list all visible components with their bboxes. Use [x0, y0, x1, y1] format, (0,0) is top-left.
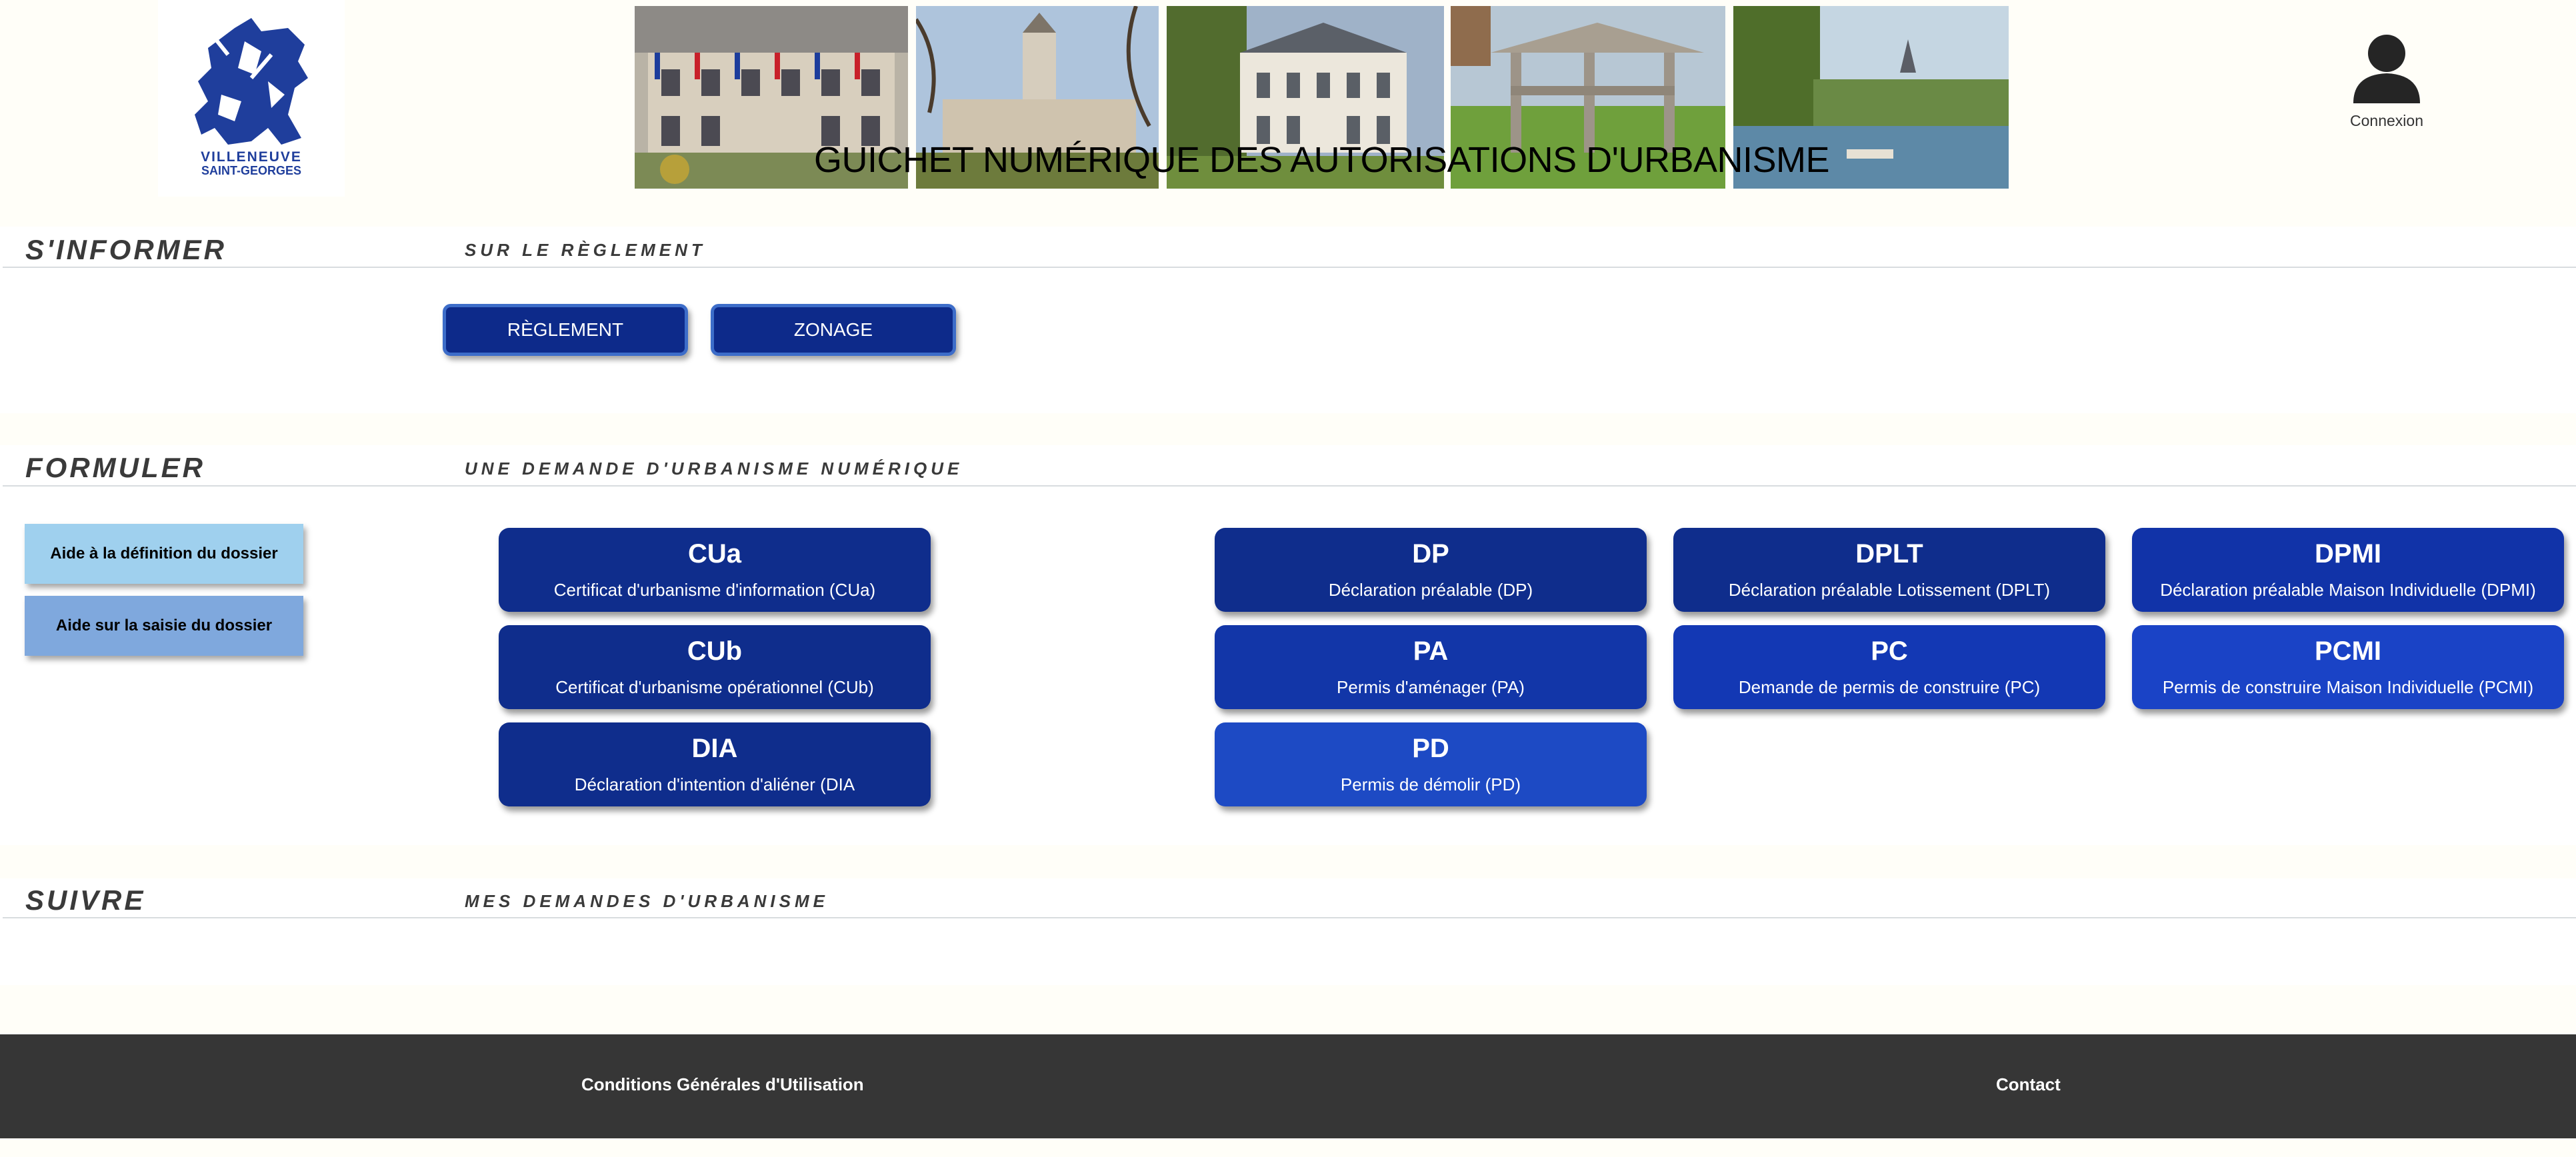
suivre-subtitle: MES DEMANDES D'URBANISME — [465, 891, 829, 911]
informer-subtitle: SUR LE RÈGLEMENT — [465, 240, 706, 260]
formuler-subtitle: UNE DEMANDE D'URBANISME NUMÉRIQUE — [465, 459, 963, 479]
formuler-title: FORMULER — [25, 452, 205, 483]
demand-label: Demande de permis de construire (PC) — [1738, 677, 2041, 697]
contact-link[interactable]: Contact — [1996, 1074, 2061, 1095]
demand-pcmi-button[interactable]: PCMI Permis de construire Maison Individ… — [2132, 625, 2564, 709]
cgu-link[interactable]: Conditions Générales d'Utilisation — [581, 1074, 864, 1095]
user-icon — [2353, 35, 2420, 103]
header-banner: GUICHET NUMÉRIQUE DES AUTORISATIONS D'UR… — [635, 6, 2009, 189]
reglement-button[interactable]: RÈGLEMENT — [443, 304, 688, 356]
demand-pc-button[interactable]: PC Demande de permis de construire (PC) — [1673, 625, 2105, 709]
demand-label: Déclaration préalable Maison Individuell… — [2160, 580, 2536, 600]
demand-dia-button[interactable]: DIA Déclaration d'intention d'aliéner (D… — [499, 722, 931, 806]
demand-cua-button[interactable]: CUa Certificat d'urbanisme d'information… — [499, 528, 931, 612]
demand-pd-button[interactable]: PD Permis de démolir (PD) — [1215, 722, 1647, 806]
demand-label: Déclaration préalable Lotissement (DPLT) — [1728, 580, 2051, 600]
demand-code: CUa — [687, 539, 742, 569]
demand-cub-button[interactable]: CUb Certificat d'urbanisme opérationnel … — [499, 625, 931, 709]
demand-label: Permis d'aménager (PA) — [1337, 677, 1525, 697]
suivre-title: SUIVRE — [25, 884, 146, 916]
city-logo[interactable]: VILLENEUVE SAINT-GEORGES — [158, 0, 345, 197]
demand-code: DPMI — [2315, 539, 2381, 569]
demand-label: Certificat d'urbanisme opérationnel (CUb… — [555, 677, 874, 697]
login-label: Connexion — [2350, 112, 2423, 129]
demand-label: Déclaration préalable (DP) — [1328, 580, 1533, 600]
suivre-divider — [3, 917, 2576, 918]
footer: Conditions Générales d'Utilisation Conta… — [0, 1034, 2576, 1138]
logo-text-line1: VILLENEUVE — [201, 149, 302, 165]
demand-code: PD — [1412, 734, 1449, 763]
demand-dp-button[interactable]: DP Déclaration préalable (DP) — [1215, 528, 1647, 612]
formuler-divider — [3, 485, 2576, 487]
demand-label: Permis de démolir (PD) — [1340, 774, 1521, 794]
help-definition-button[interactable]: Aide à la définition du dossier — [25, 524, 303, 584]
help-saisie-button[interactable]: Aide sur la saisie du dossier — [25, 596, 303, 656]
page-title: GUICHET NUMÉRIQUE DES AUTORISATIONS D'UR… — [813, 140, 1830, 180]
demand-code: DP — [1412, 539, 1449, 569]
knight-crest-icon — [195, 18, 308, 145]
demand-label: Déclaration d'intention d'aliéner (DIA — [574, 774, 855, 794]
login-link[interactable]: Connexion — [2333, 33, 2440, 140]
demand-dpmi-button[interactable]: DPMI Déclaration préalable Maison Indivi… — [2132, 528, 2564, 612]
demand-code: DPLT — [1855, 539, 1923, 569]
informer-title: S'INFORMER — [25, 234, 227, 265]
demand-pa-button[interactable]: PA Permis d'aménager (PA) — [1215, 625, 1647, 709]
demand-code: PC — [1871, 636, 1908, 666]
demand-dplt-button[interactable]: DPLT Déclaration préalable Lotissement (… — [1673, 528, 2105, 612]
informer-section — [0, 227, 2576, 413]
informer-divider — [3, 267, 2576, 268]
demand-code: PCMI — [2315, 636, 2381, 666]
demand-code: CUb — [687, 636, 743, 666]
demand-label: Certificat d'urbanisme d'information (CU… — [553, 580, 876, 600]
demand-code: PA — [1413, 636, 1449, 666]
zonage-button[interactable]: ZONAGE — [711, 304, 956, 356]
suivre-section — [0, 878, 2576, 985]
logo-text-line2: SAINT-GEORGES — [201, 164, 302, 177]
demand-code: DIA — [691, 734, 738, 763]
demand-label: Permis de construire Maison Individuelle… — [2162, 677, 2534, 697]
